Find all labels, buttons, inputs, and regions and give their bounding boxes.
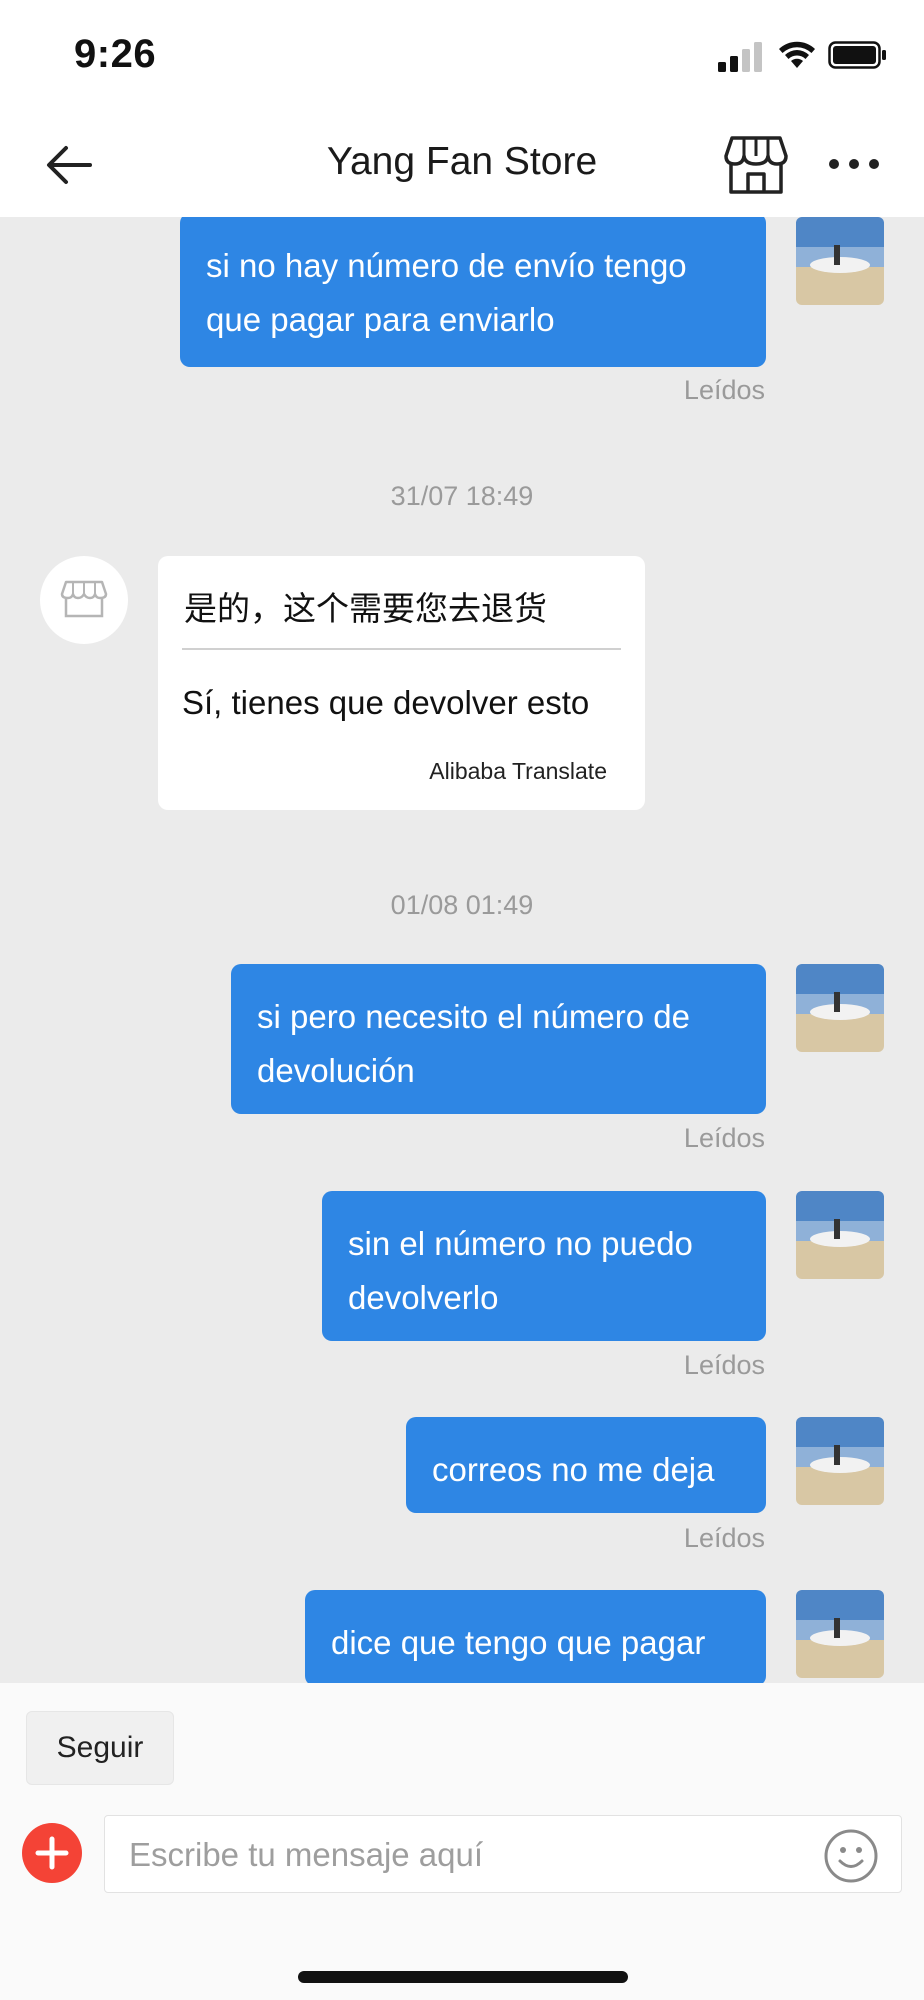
store-button[interactable]	[724, 134, 788, 196]
battery-icon	[828, 41, 886, 69]
more-button[interactable]	[826, 152, 882, 176]
translated-message-text: Sí, tienes que devolver esto	[182, 684, 590, 721]
user-avatar-image	[796, 1191, 884, 1279]
status-time: 9:26	[74, 32, 157, 76]
read-status: Leídos	[683, 375, 765, 405]
message-input[interactable]	[127, 1826, 771, 1884]
outgoing-message-bubble[interactable]: dice que tengo que pagar	[305, 1590, 766, 1683]
page-title: Yang Fan Store	[326, 140, 598, 183]
outgoing-message-bubble[interactable]: correos no me deja	[406, 1417, 766, 1513]
emoji-button[interactable]	[823, 1828, 879, 1884]
user-avatar[interactable]	[796, 1191, 884, 1279]
message-text: correos no me deja	[432, 1451, 715, 1488]
user-avatar-image	[796, 1417, 884, 1505]
translation-credit: Alibaba Translate	[429, 758, 607, 784]
plus-circle-icon	[35, 1836, 69, 1870]
shop-icon	[60, 580, 108, 618]
add-attachment-button[interactable]	[22, 1823, 82, 1883]
message-text: si pero necesito el número de devolución	[257, 998, 690, 1089]
message-text: dice que tengo que pagar	[331, 1624, 706, 1661]
original-message-text: 是的，这个需要您去退货	[184, 590, 547, 627]
user-avatar[interactable]	[796, 1590, 884, 1678]
read-status: Leídos	[683, 1350, 765, 1380]
cellular-signal-icon	[718, 42, 762, 72]
incoming-message-bubble[interactable]: 是的，这个需要您去退货 Sí, tienes que devolver esto…	[158, 556, 645, 810]
user-avatar-image	[796, 1590, 884, 1678]
storefront-icon	[724, 136, 788, 194]
read-status: Leídos	[683, 1523, 765, 1553]
user-avatar[interactable]	[796, 964, 884, 1052]
home-indicator	[298, 1971, 628, 1983]
user-avatar-image	[796, 217, 884, 305]
translation-divider	[182, 648, 621, 650]
outgoing-message-bubble[interactable]: si pero necesito el número de devolución	[231, 964, 766, 1114]
nav-bar: Yang Fan Store	[0, 110, 924, 217]
message-text: sin el número no puedo devolverlo	[348, 1225, 693, 1316]
user-avatar-image	[796, 964, 884, 1052]
arrow-left-icon	[47, 146, 92, 184]
outgoing-message-bubble[interactable]: sin el número no puedo devolverlo	[322, 1191, 766, 1341]
follow-button[interactable]: Seguir	[26, 1711, 174, 1785]
outgoing-message-bubble[interactable]: si no hay número de envío tengo que paga…	[180, 217, 766, 367]
wifi-icon	[779, 41, 815, 68]
shop-avatar[interactable]	[40, 556, 128, 644]
user-avatar[interactable]	[796, 1417, 884, 1505]
message-text: si no hay número de envío tengo que paga…	[206, 247, 687, 338]
bottom-input-area: Seguir	[0, 1683, 924, 2000]
read-status: Leídos	[683, 1123, 765, 1153]
message-timestamp: 31/07 18:49	[390, 481, 534, 511]
message-timestamp: 01/08 01:49	[390, 890, 534, 920]
more-horizontal-icon	[829, 159, 879, 169]
status-bar: 9:26	[0, 0, 924, 110]
message-input-box	[104, 1815, 902, 1893]
smiley-icon	[824, 1829, 878, 1883]
chat-area[interactable]: si no hay número de envío tengo que paga…	[0, 217, 924, 1683]
back-button[interactable]	[40, 140, 100, 190]
user-avatar[interactable]	[796, 217, 884, 305]
